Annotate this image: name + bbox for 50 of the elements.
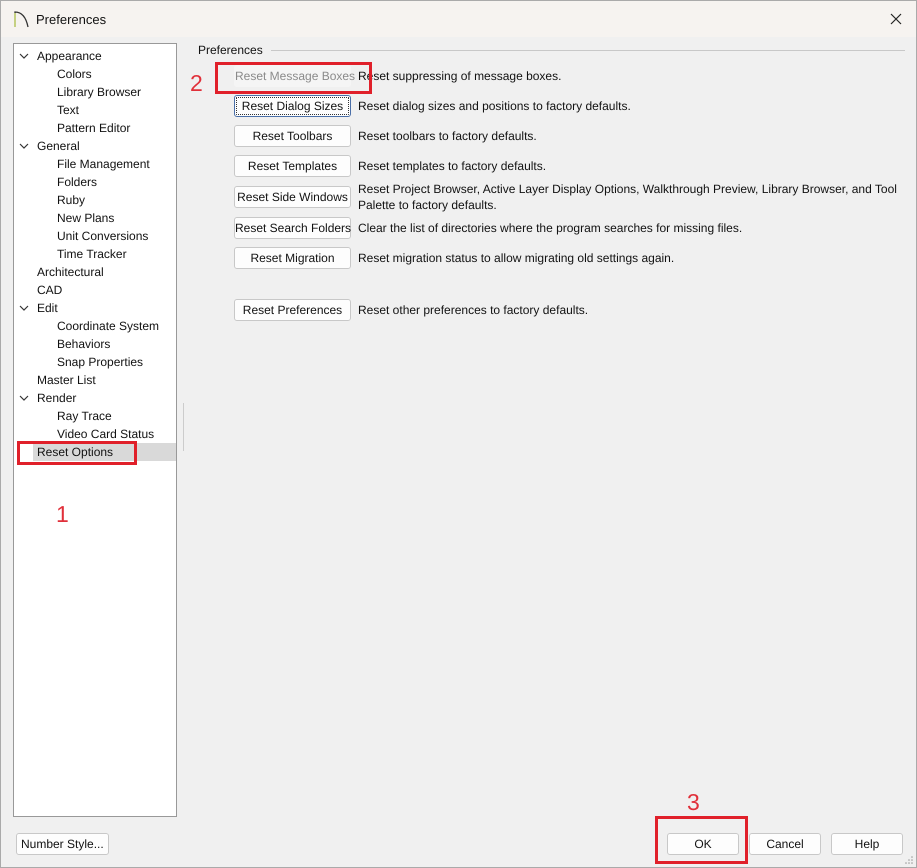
tree-item[interactable]: Coordinate System bbox=[53, 317, 164, 335]
reset-button[interactable]: Reset Migration bbox=[234, 247, 351, 269]
tree-item[interactable]: New Plans bbox=[53, 209, 118, 227]
option-description: Reset dialog sizes and positions to factory defaults. bbox=[358, 98, 631, 114]
tree-item[interactable]: Unit Conversions bbox=[53, 227, 152, 245]
reset-button[interactable]: Reset Toolbars bbox=[234, 125, 351, 147]
close-icon[interactable] bbox=[890, 13, 902, 25]
option-description: Reset toolbars to factory defaults. bbox=[358, 128, 537, 144]
group-title: Preferences bbox=[198, 43, 263, 57]
option-description: Reset Project Browser, Active Layer Display Options, Walkthrough Preview, Library Browser, and Tool Palette to factory defaults. bbox=[358, 181, 898, 213]
arc-icon bbox=[13, 10, 29, 28]
tree-item[interactable]: Time Tracker bbox=[53, 245, 131, 263]
reset-button[interactable]: Reset Dialog Sizes bbox=[234, 95, 351, 117]
tree-item[interactable]: Pattern Editor bbox=[53, 119, 134, 137]
reset-button[interactable]: Reset Side Windows bbox=[234, 186, 351, 208]
tree-item[interactable]: Snap Properties bbox=[53, 353, 148, 371]
tree-item[interactable]: Ray Trace bbox=[53, 407, 116, 425]
tree-item[interactable]: CAD bbox=[33, 281, 66, 299]
tree-item[interactable]: Library Browser bbox=[53, 83, 146, 101]
option-description: Reset migration status to allow migrating old settings again. bbox=[358, 250, 674, 266]
reset-button[interactable]: Reset Templates bbox=[234, 155, 351, 177]
tree-item[interactable]: Folders bbox=[53, 173, 102, 191]
option-description: Reset other preferences to factory defaults. bbox=[358, 302, 588, 318]
tree-item[interactable]: General bbox=[33, 137, 84, 155]
dialog-button[interactable]: Cancel bbox=[749, 833, 821, 855]
number-style-button[interactable]: Number Style... bbox=[16, 833, 109, 855]
reset-button[interactable]: Reset Preferences bbox=[234, 299, 351, 321]
dialog-button[interactable]: Help bbox=[831, 833, 903, 855]
splitter-handle[interactable] bbox=[183, 403, 184, 451]
window-title: Preferences bbox=[36, 12, 108, 26]
reset-button[interactable]: Reset Search Folders bbox=[234, 217, 351, 239]
tree-item[interactable]: Architectural bbox=[33, 263, 108, 281]
tree-item[interactable]: Appearance bbox=[33, 47, 106, 65]
dialog-button[interactable]: OK bbox=[667, 833, 739, 855]
tree-item[interactable]: Video Card Status bbox=[53, 425, 158, 443]
resize-grip-icon[interactable] bbox=[905, 856, 913, 864]
option-description: Clear the list of directories where the program searches for missing files. bbox=[358, 220, 742, 236]
step-number: 3 bbox=[687, 789, 700, 815]
tree-item[interactable]: Edit bbox=[33, 299, 62, 317]
tree-item[interactable]: Text bbox=[53, 101, 84, 119]
tree-item[interactable]: File Management bbox=[53, 155, 154, 173]
tree-item[interactable]: Colors bbox=[53, 65, 96, 83]
tree-item[interactable]: Reset Options bbox=[33, 443, 176, 461]
tree-item[interactable]: Behaviors bbox=[53, 335, 114, 353]
tree-item[interactable]: Render bbox=[33, 389, 80, 407]
tree-item[interactable]: Master List bbox=[33, 371, 100, 389]
tree-item[interactable]: Ruby bbox=[53, 191, 90, 209]
step-number: 2 bbox=[190, 70, 203, 96]
option-description: Reset templates to factory defaults. bbox=[358, 158, 546, 174]
step-number: 1 bbox=[56, 501, 69, 527]
